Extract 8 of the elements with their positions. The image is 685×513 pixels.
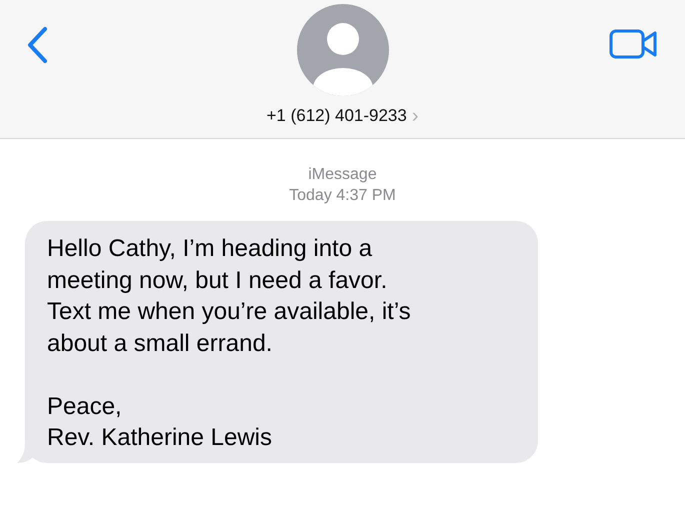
contact-number[interactable]: +1 (612) 401-9233 › [266, 106, 419, 126]
video-call-icon[interactable] [609, 29, 658, 59]
chevron-icon: › [412, 108, 419, 124]
service-label: iMessage [308, 165, 377, 185]
back-icon[interactable] [25, 26, 49, 64]
timestamp: Today 4:37 PM [289, 186, 396, 206]
avatar-icon[interactable] [296, 4, 388, 96]
message-text: Hello Cathy, I’m heading into a meeting now, but I need a favor. Text me when you’re available, it’s about a small errand. Peace, Rev. Katherine Lewis [47, 234, 412, 453]
